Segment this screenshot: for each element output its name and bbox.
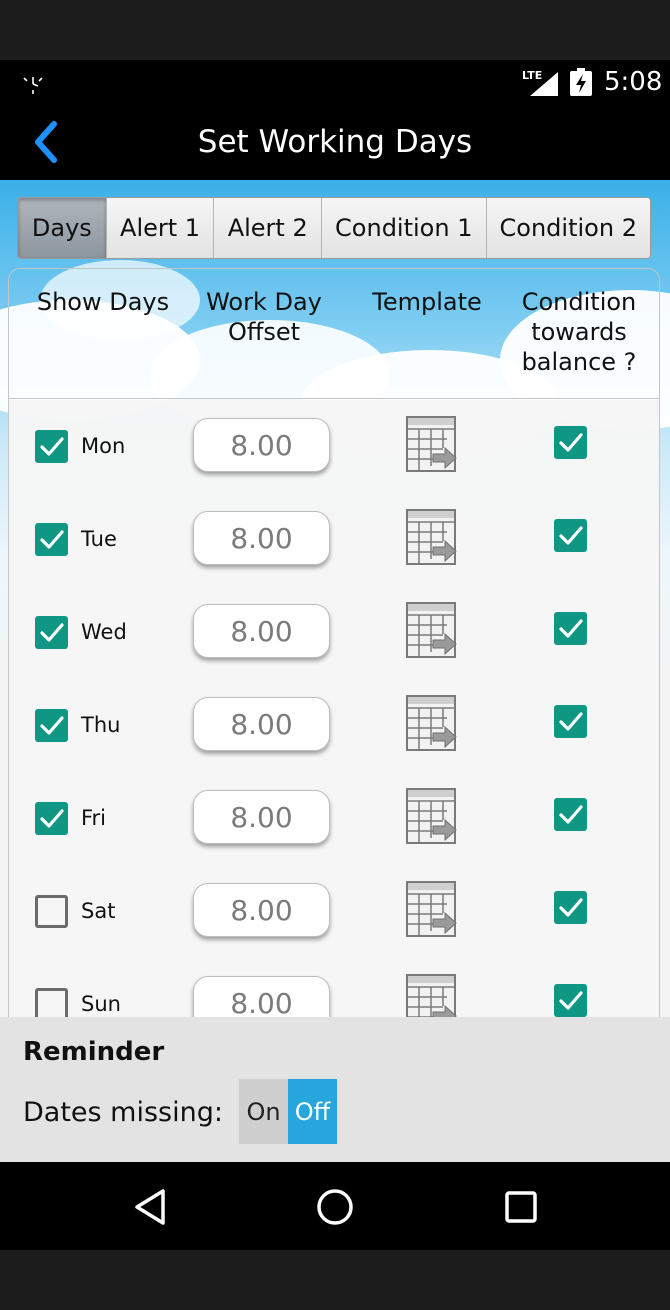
dates-missing-label: Dates missing: [23,1097,223,1128]
day-row-sat: Sat 8.00 [9,865,659,958]
checkmark-icon [559,805,583,824]
day-label: Sat [81,899,116,923]
condition-checkbox[interactable] [554,891,587,924]
header-condition: Condition towards balance ? [509,287,649,377]
header-line: towards [531,318,627,346]
header-line: balance ? [521,348,637,376]
day-label: Thu [81,713,121,737]
tab-label: Condition 2 [499,214,637,242]
screen: LTE 5:08 Set Working Days Days Alert 1 A… [0,0,670,1310]
checkmark-icon [40,530,64,549]
checkmark-icon [559,898,583,917]
tab-days[interactable]: Days [18,198,107,258]
toggle-on-option[interactable]: On [239,1079,288,1144]
checkmark-icon [40,809,64,828]
day-checkbox[interactable] [35,802,68,835]
dates-missing-toggle[interactable]: On Off [239,1079,337,1144]
condition-checkbox[interactable] [554,705,587,738]
day-checkbox[interactable] [35,616,68,649]
toggle-off-option[interactable]: Off [288,1079,337,1144]
tab-condition-2[interactable]: Condition 2 [486,198,650,258]
header-line: Show Days [36,288,170,316]
alarm-icon [23,77,43,94]
header-line: Offset [227,318,301,346]
header-show-days: Show Days [23,287,183,317]
template-icon[interactable] [397,414,457,474]
tab-label: Alert 2 [227,214,308,242]
day-checkbox[interactable] [35,895,68,928]
checkmark-icon [559,712,583,731]
offset-field[interactable]: 8.00 [193,976,330,1017]
day-checkbox[interactable] [35,709,68,742]
page-title: Set Working Days [197,124,473,160]
offset-field[interactable]: 8.00 [193,511,330,565]
condition-checkbox[interactable] [554,984,587,1017]
template-icon[interactable] [397,972,457,1017]
condition-checkbox[interactable] [554,426,587,459]
app-bar: Set Working Days [0,104,670,180]
header-template: Template [357,287,497,317]
day-row-sun: Sun 8.00 [9,958,659,1017]
template-icon[interactable] [397,507,457,567]
template-icon[interactable] [397,693,457,753]
offset-field[interactable]: 8.00 [193,883,330,937]
checkmark-icon [559,433,583,452]
tab-condition-1[interactable]: Condition 1 [322,198,487,258]
column-headers: Show Days Work Day Offset Template Condi… [9,269,659,399]
main-content: Days Alert 1 Alert 2 Condition 1 Conditi… [0,180,670,1017]
tab-label: Alert 1 [120,214,201,242]
tab-bar: Days Alert 1 Alert 2 Condition 1 Conditi… [17,197,651,259]
checkmark-icon [559,526,583,545]
day-row-fri: Fri 8.00 [9,772,659,865]
status-bar: LTE 5:08 [0,60,670,104]
template-icon[interactable] [397,600,457,660]
template-icon[interactable] [397,879,457,939]
reminder-section: Reminder Dates missing: On Off [0,1017,670,1162]
tab-alert-1[interactable]: Alert 1 [106,198,215,258]
day-label: Sun [81,992,121,1016]
tab-alert-2[interactable]: Alert 2 [214,198,323,258]
tab-label: Condition 1 [335,214,473,242]
checkmark-icon [559,619,583,638]
system-nav-bar [0,1162,670,1250]
offset-field[interactable]: 8.00 [193,697,330,751]
day-row-thu: Thu 8.00 [9,679,659,772]
day-label: Fri [81,806,107,830]
days-list: Mon 8.00 Tue 8.00 Wed 8.00 Thu 8.00 Fri … [9,400,659,1017]
day-checkbox[interactable] [35,523,68,556]
battery-charging-icon [570,68,592,96]
home-circle-icon[interactable] [310,1182,360,1232]
clock: 5:08 [604,67,663,97]
day-label: Mon [81,434,126,458]
day-label: Tue [81,527,117,551]
header-line: Template [372,288,482,316]
day-row-mon: Mon 8.00 [9,400,659,493]
checkmark-icon [40,623,64,642]
tab-label: Days [31,214,92,242]
template-icon[interactable] [397,786,457,846]
day-checkbox[interactable] [35,988,68,1017]
day-checkbox[interactable] [35,430,68,463]
condition-checkbox[interactable] [554,612,587,645]
checkmark-icon [40,437,64,456]
checkmark-icon [559,991,583,1010]
offset-field[interactable]: 8.00 [193,604,330,658]
day-row-wed: Wed 8.00 [9,586,659,679]
checkmark-icon [40,716,64,735]
condition-checkbox[interactable] [554,519,587,552]
condition-checkbox[interactable] [554,798,587,831]
header-line: Work Day [206,288,322,316]
back-triangle-icon[interactable] [125,1182,175,1232]
header-line: Condition [521,288,637,316]
offset-field[interactable]: 8.00 [193,418,330,472]
day-label: Wed [81,620,127,644]
recents-square-icon[interactable] [496,1182,546,1232]
reminder-title: Reminder [23,1037,165,1067]
day-row-tue: Tue 8.00 [9,493,659,586]
signal-icon [530,72,558,96]
offset-field[interactable]: 8.00 [193,790,330,844]
days-panel: Show Days Work Day Offset Template Condi… [8,268,660,1017]
header-work-day-offset: Work Day Offset [189,287,339,347]
